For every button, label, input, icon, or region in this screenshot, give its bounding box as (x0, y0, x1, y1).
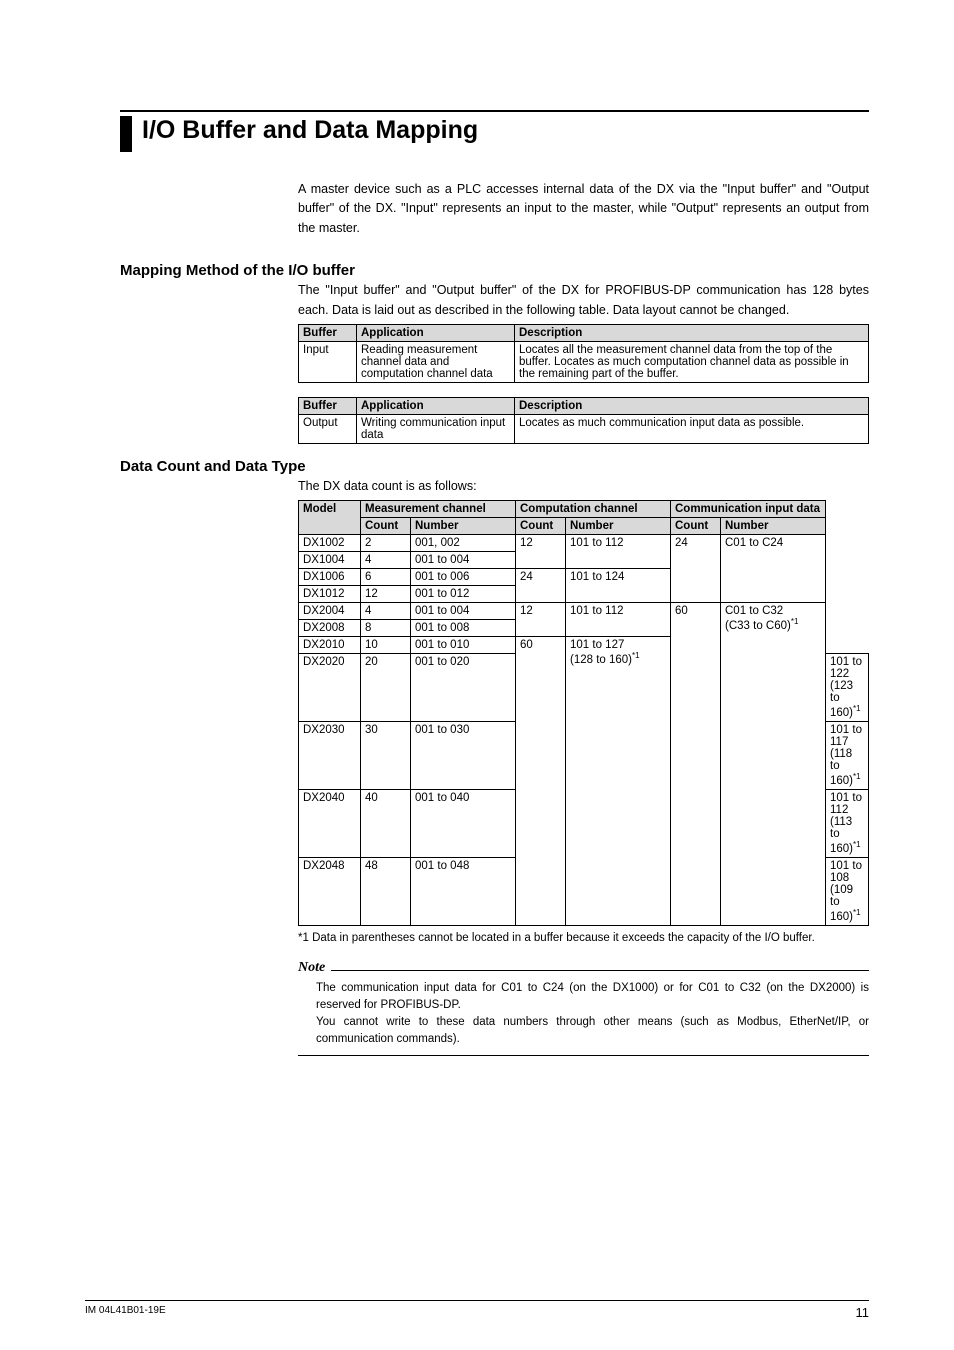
cell-meas-number: 001 to 048 (411, 857, 516, 925)
cell-comm-number: C01 to C32(C33 to C60)*1 (721, 603, 826, 925)
cell-meas-number: 001 to 030 (411, 722, 516, 790)
cell-meas-count: 10 (361, 637, 411, 654)
cell-meas-number: 001 to 010 (411, 637, 516, 654)
cell-model: DX2010 (299, 637, 361, 654)
section-heading-mapping: Mapping Method of the I/O buffer (120, 262, 869, 279)
cell-meas-count: 6 (361, 569, 411, 586)
cell-meas-count: 8 (361, 620, 411, 637)
cell-comp-number: 101 to 112 (566, 535, 671, 569)
page-title-block: I/O Buffer and Data Mapping (120, 110, 869, 152)
th-model: Model (299, 501, 361, 535)
cell-model: DX1012 (299, 586, 361, 603)
th-number: Number (566, 518, 671, 535)
cell-comp-number: 101 to 122(123 to 160)*1 (826, 654, 869, 722)
cell-meas-number: 001 to 040 (411, 789, 516, 857)
page-footer: IM 04L41B01-19E 11 (85, 1300, 869, 1320)
cell-application: Writing communication input data (357, 414, 515, 443)
th-measurement: Measurement channel (361, 501, 516, 518)
intro-paragraph: A master device such as a PLC accesses i… (298, 180, 869, 238)
cell-meas-number: 001 to 004 (411, 552, 516, 569)
section-datacount-sub: The DX data count is as follows: (298, 477, 869, 496)
note-rule-icon (331, 970, 869, 971)
cell-meas-number: 001 to 008 (411, 620, 516, 637)
cell-description: Locates all the measurement channel data… (515, 341, 869, 382)
th-buffer: Buffer (299, 397, 357, 414)
cell-meas-count: 12 (361, 586, 411, 603)
table-output-buffer: Buffer Application Description Output Wr… (298, 397, 869, 444)
th-count: Count (361, 518, 411, 535)
table-data-count: Model Measurement channel Computation ch… (298, 500, 869, 925)
section-heading-datacount: Data Count and Data Type (120, 458, 869, 475)
cell-meas-number: 001 to 004 (411, 603, 516, 620)
page-title: I/O Buffer and Data Mapping (142, 112, 478, 145)
th-count: Count (516, 518, 566, 535)
th-description: Description (515, 324, 869, 341)
table-row: DX20044001 to 00412101 to 11260C01 to C3… (299, 603, 869, 620)
table-row: Output Writing communication input data … (299, 414, 869, 443)
th-count: Count (671, 518, 721, 535)
note-line-2: You cannot write to these data numbers t… (316, 1014, 869, 1049)
title-mark-icon (120, 116, 132, 152)
cell-model: DX2020 (299, 654, 361, 722)
cell-comp-count: 24 (516, 569, 566, 603)
th-application: Application (357, 397, 515, 414)
cell-meas-number: 001, 002 (411, 535, 516, 552)
cell-meas-count: 20 (361, 654, 411, 722)
cell-comp-number: 101 to 112(113 to 160)*1 (826, 789, 869, 857)
cell-meas-count: 40 (361, 789, 411, 857)
cell-comp-number: 101 to 117(118 to 160)*1 (826, 722, 869, 790)
note-line-1: The communication input data for C01 to … (316, 980, 869, 1015)
note-block: Note The communication input data for C0… (298, 960, 869, 1056)
cell-meas-number: 001 to 012 (411, 586, 516, 603)
note-body: The communication input data for C01 to … (298, 980, 869, 1056)
cell-description: Locates as much communication input data… (515, 414, 869, 443)
note-label: Note (298, 960, 331, 976)
cell-meas-number: 001 to 020 (411, 654, 516, 722)
cell-model: DX1002 (299, 535, 361, 552)
th-communication: Communication input data (671, 501, 826, 518)
th-buffer: Buffer (299, 324, 357, 341)
th-description: Description (515, 397, 869, 414)
table-row: DX10022001, 00212101 to 11224C01 to C24 (299, 535, 869, 552)
cell-comp-number: 101 to 108(109 to 160)*1 (826, 857, 869, 925)
cell-model: DX2004 (299, 603, 361, 620)
th-computation: Computation channel (516, 501, 671, 518)
cell-model: DX1006 (299, 569, 361, 586)
cell-comp-number: 101 to 127(128 to 160)*1 (566, 637, 671, 925)
cell-meas-count: 48 (361, 857, 411, 925)
table-row: Input Reading measurement channel data a… (299, 341, 869, 382)
cell-application: Reading measurement channel data and com… (357, 341, 515, 382)
cell-meas-count: 4 (361, 552, 411, 569)
footer-doc-id: IM 04L41B01-19E (85, 1305, 166, 1320)
cell-meas-count: 30 (361, 722, 411, 790)
cell-comp-count: 12 (516, 535, 566, 569)
cell-meas-count: 4 (361, 603, 411, 620)
cell-meas-number: 001 to 006 (411, 569, 516, 586)
cell-model: DX2030 (299, 722, 361, 790)
cell-comm-number: C01 to C24 (721, 535, 826, 603)
section-mapping-sub: The "Input buffer" and "Output buffer" o… (298, 281, 869, 320)
cell-buffer: Output (299, 414, 357, 443)
th-application: Application (357, 324, 515, 341)
footer-page-number: 11 (856, 1305, 870, 1320)
cell-meas-count: 2 (361, 535, 411, 552)
th-number: Number (411, 518, 516, 535)
cell-model: DX1004 (299, 552, 361, 569)
cell-model: DX2040 (299, 789, 361, 857)
cell-comm-count: 60 (671, 603, 721, 925)
cell-comp-number: 101 to 124 (566, 569, 671, 603)
th-number: Number (721, 518, 826, 535)
cell-comp-count: 12 (516, 603, 566, 637)
cell-comp-count: 60 (516, 637, 566, 925)
cell-model: DX2008 (299, 620, 361, 637)
table-footnote: *1 Data in parentheses cannot be located… (298, 930, 869, 946)
cell-comm-count: 24 (671, 535, 721, 603)
cell-buffer: Input (299, 341, 357, 382)
cell-model: DX2048 (299, 857, 361, 925)
table-input-buffer: Buffer Application Description Input Rea… (298, 324, 869, 383)
cell-comp-number: 101 to 112 (566, 603, 671, 637)
